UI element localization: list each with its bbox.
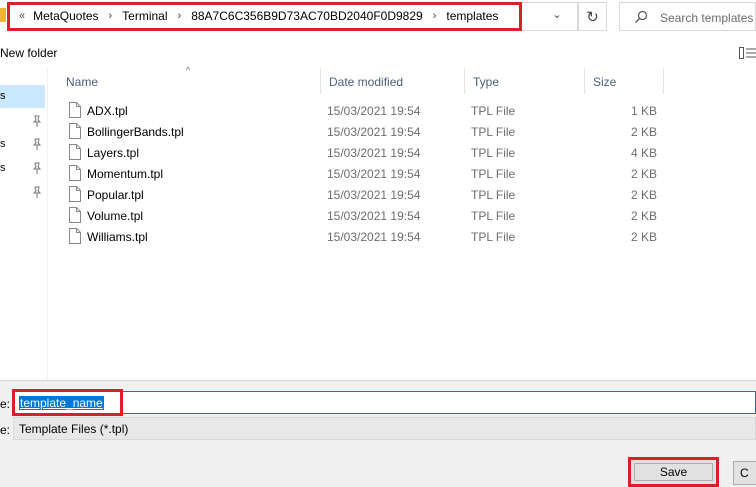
refresh-icon: ↻ [586,8,599,26]
save-as-dialog: « MetaQuotes › Terminal › 88A7C6C356B9D7… [0,0,756,487]
file-icon [69,186,81,202]
file-type: TPL File [471,167,516,181]
file-name-highlight-box [12,389,123,416]
nav-item-pinned-4[interactable] [0,181,45,204]
file-date: 15/03/2021 19:54 [327,230,421,244]
file-type: TPL File [471,104,516,118]
cancel-button-label: C [740,466,749,480]
pin-icon [32,115,42,127]
save-button[interactable]: Save [628,457,719,487]
file-name: Popular.tpl [87,188,144,202]
nav-item-label: s [0,90,6,102]
file-date: 15/03/2021 19:54 [327,188,421,202]
file-icon [69,165,81,181]
file-name: Momentum.tpl [87,167,164,181]
file-icon [69,228,81,244]
file-icon [69,102,81,118]
dialog-footer: e: template_name e: Template Files (*.tp… [0,380,756,487]
pin-icon [32,138,42,150]
column-header-label: Size [593,75,617,89]
search-icon [635,10,648,23]
file-row[interactable]: Williams.tpl 15/03/2021 19:54 TPL File 2… [58,226,756,247]
toolbar: New folder [0,36,756,68]
file-list: Name ^ Date modified Type Size ADX.tpl 1… [58,65,756,380]
navigation-pane: s s s [0,68,48,380]
file-date: 15/03/2021 19:54 [327,104,421,118]
file-name: Volume.tpl [87,209,144,223]
column-header-label: Name [66,75,99,89]
file-size: 2 KB [630,188,657,202]
file-type: TPL File [471,125,516,139]
file-size: 2 KB [630,230,657,244]
sort-ascending-icon: ^ [186,65,191,75]
file-type: TPL File [471,230,516,244]
file-row[interactable]: Momentum.tpl 15/03/2021 19:54 TPL File 2… [58,163,756,184]
file-type: TPL File [471,146,516,160]
refresh-button[interactable]: ↻ [578,2,607,31]
file-size: 2 KB [630,125,657,139]
file-row[interactable]: Layers.tpl 15/03/2021 19:54 TPL File 4 K… [58,142,756,163]
file-date: 15/03/2021 19:54 [327,146,421,160]
file-date: 15/03/2021 19:54 [327,125,421,139]
file-type: TPL File [471,188,516,202]
address-dropdown-icon[interactable]: ⌄ [548,8,566,24]
file-icon [69,123,81,139]
column-header-name[interactable]: Name ^ [58,65,321,94]
address-row: « MetaQuotes › Terminal › 88A7C6C356B9D7… [0,0,756,34]
column-header-date[interactable]: Date modified [321,68,465,94]
file-icon [69,144,81,160]
save-as-type-value[interactable]: Template Files (*.tpl) [19,422,128,436]
column-header-label: Type [473,75,500,89]
file-name: BollingerBands.tpl [87,125,184,139]
new-folder-button[interactable]: New folder [0,46,57,60]
address-highlight-box [7,2,522,31]
pin-icon [32,186,42,198]
file-size: 1 KB [630,104,657,118]
folder-icon [0,8,6,22]
file-date: 15/03/2021 19:54 [327,167,421,181]
column-header-label: Date modified [329,75,404,89]
file-name: ADX.tpl [87,104,128,118]
nav-item-pinned-1[interactable] [0,110,45,133]
nav-item-label: s [0,138,6,150]
file-row[interactable]: Volume.tpl 15/03/2021 19:54 TPL File 2 K… [58,205,756,226]
file-row[interactable]: Popular.tpl 15/03/2021 19:54 TPL File 2 … [58,184,756,205]
file-name: Williams.tpl [87,230,148,244]
search-input[interactable]: Search templates [619,2,756,31]
cancel-button[interactable]: C [733,461,756,485]
save-button-border [634,463,713,481]
file-name-label: e: [0,397,11,411]
view-options-icon[interactable] [739,47,756,59]
nav-item-quick-access[interactable]: s [0,85,45,108]
nav-item-label: s [0,162,6,174]
pin-icon [32,162,42,174]
file-size: 4 KB [630,146,657,160]
nav-item-pinned-2[interactable]: s [0,133,45,156]
column-header-type[interactable]: Type [465,68,585,94]
column-headers: Name ^ Date modified Type Size [58,65,756,94]
file-date: 15/03/2021 19:54 [327,209,421,223]
search-placeholder: Search templates [660,11,754,25]
nav-item-pinned-3[interactable]: s [0,157,45,180]
file-name-input[interactable] [13,391,756,414]
file-icon [69,207,81,223]
file-size: 2 KB [630,167,657,181]
file-row[interactable]: ADX.tpl 15/03/2021 19:54 TPL File 1 KB [58,100,756,121]
file-name: Layers.tpl [87,146,140,160]
file-size: 2 KB [630,209,657,223]
file-row[interactable]: BollingerBands.tpl 15/03/2021 19:54 TPL … [58,121,756,142]
file-type: TPL File [471,209,516,223]
save-as-type-label: e: [0,423,11,437]
column-header-size[interactable]: Size [585,68,664,94]
